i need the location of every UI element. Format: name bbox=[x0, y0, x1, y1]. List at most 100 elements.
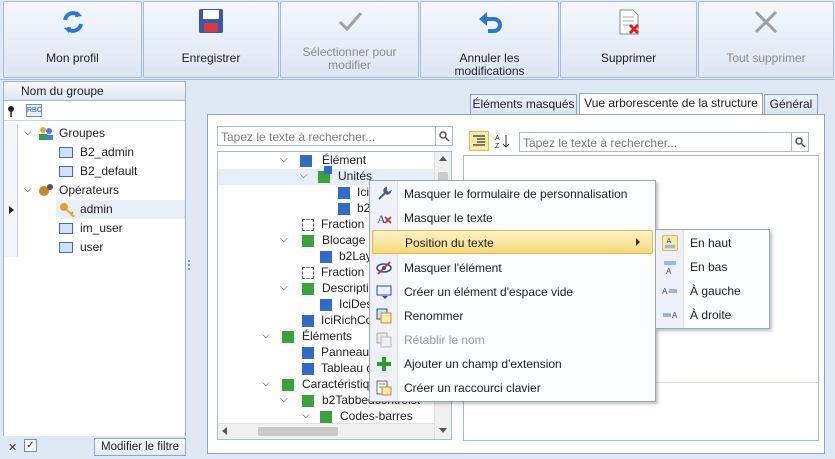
row-indicator bbox=[4, 162, 18, 181]
splitter-grip-icon bbox=[188, 260, 190, 270]
menu-item-hide-text[interactable]: A Masquer le texte bbox=[372, 206, 653, 230]
search-icon[interactable] bbox=[435, 127, 452, 145]
group-item-icon bbox=[59, 166, 73, 177]
menu-item-label: Ajouter un champ d'extension bbox=[404, 357, 562, 371]
floppy-disk-icon bbox=[144, 8, 278, 38]
undo-changes-button[interactable]: Annuler les modifications bbox=[420, 1, 559, 78]
tree-item-label: Tableau d bbox=[321, 361, 374, 375]
group-name-column-header[interactable]: Nom du groupe bbox=[4, 82, 185, 101]
my-profile-button[interactable]: Mon profil bbox=[3, 1, 142, 78]
submenu-item-right[interactable]: A À droite bbox=[658, 303, 767, 327]
tree-node-groups[interactable]: ⌵ Groupes bbox=[4, 124, 185, 143]
save-button[interactable]: Enregistrer bbox=[143, 1, 279, 78]
auto-filter-row[interactable]: RBC bbox=[4, 101, 185, 121]
tree-node-operators[interactable]: ⌵ Opérateurs bbox=[4, 181, 185, 200]
menu-item-restore-name[interactable]: Rétablir le nom bbox=[372, 328, 653, 352]
row-indicator bbox=[4, 181, 18, 200]
text-position-submenu: A En haut A En bas A À gauche A À droite bbox=[655, 229, 770, 329]
group-node-icon bbox=[302, 395, 314, 407]
left-panel-footer: ✕ ✓ Modifier le filtre bbox=[3, 436, 186, 458]
group-item-icon bbox=[59, 147, 73, 158]
menu-item-add-extension-field[interactable]: Ajouter un champ d'extension bbox=[372, 352, 653, 376]
chevron-down-icon[interactable]: ⌵ bbox=[262, 379, 272, 389]
group-name: B2_default bbox=[80, 164, 138, 178]
tab-structure-tree[interactable]: Vue arborescente de la structure bbox=[579, 93, 763, 115]
key-icon bbox=[60, 203, 75, 217]
select-to-edit-button[interactable]: Sélectionner pour modifier bbox=[280, 1, 419, 78]
element-node-icon bbox=[338, 203, 350, 215]
submenu-item-top[interactable]: A En haut bbox=[658, 231, 767, 255]
menu-item-label: À droite bbox=[690, 308, 732, 322]
group-node-icon bbox=[282, 331, 294, 343]
group-node-icon bbox=[320, 411, 332, 423]
tree-item-label: IciRichCo bbox=[321, 313, 373, 327]
tree-item-label: Ici bbox=[357, 185, 369, 199]
chevron-down-icon[interactable]: ⌵ bbox=[280, 395, 290, 405]
tab-general[interactable]: Général bbox=[764, 94, 818, 115]
text-filter-icon[interactable]: RBC bbox=[26, 104, 42, 117]
menu-item-hide-element[interactable]: Masquer l'élément bbox=[372, 256, 653, 280]
chevron-down-icon[interactable]: ⌵ bbox=[302, 411, 312, 421]
delete-all-button[interactable]: Tout supprimer bbox=[698, 1, 834, 78]
row-indicator bbox=[4, 219, 18, 238]
menu-item-hide-customization-form[interactable]: Masquer le formulaire de personnalisatio… bbox=[372, 182, 653, 206]
menu-item-text-position[interactable]: Position du texte bbox=[372, 230, 653, 254]
my-profile-label: Mon profil bbox=[46, 51, 99, 65]
tree-search-input[interactable]: Tapez le texte à rechercher... bbox=[217, 126, 453, 146]
menu-item-create-keyboard-shortcut[interactable]: Créer un raccourci clavier bbox=[372, 376, 653, 400]
operator-item-icon bbox=[59, 242, 73, 253]
checkmark-icon bbox=[281, 8, 418, 38]
scroll-thumb[interactable] bbox=[258, 427, 338, 436]
tree-node-group[interactable]: B2_default bbox=[4, 162, 185, 181]
submenu-item-left[interactable]: A À gauche bbox=[658, 279, 767, 303]
chevron-down-icon[interactable]: ⌵ bbox=[24, 184, 32, 195]
empty-space-icon bbox=[376, 285, 392, 299]
tree-item-label: Descriptio bbox=[322, 281, 376, 295]
properties-search-input[interactable]: Tapez le texte à rechercher... bbox=[519, 132, 809, 152]
row-indicator bbox=[4, 238, 18, 257]
menu-item-label: En haut bbox=[690, 236, 732, 250]
delete-button[interactable]: Supprimer bbox=[560, 1, 697, 78]
tree-node-operator[interactable]: user bbox=[4, 238, 185, 257]
search-placeholder: Tapez le texte à rechercher... bbox=[221, 130, 376, 144]
rename-icon bbox=[376, 308, 392, 324]
chevron-down-icon[interactable]: ⌵ bbox=[300, 171, 310, 181]
close-x-icon bbox=[699, 8, 833, 38]
selection-highlight bbox=[56, 200, 185, 219]
search-icon[interactable] bbox=[791, 133, 808, 151]
chevron-down-icon[interactable]: ⌵ bbox=[262, 331, 272, 341]
tree-item-label: Panneau bbox=[321, 345, 370, 359]
operator-name: user bbox=[80, 240, 104, 254]
tree-item-label: Blocage d bbox=[322, 233, 376, 247]
sort-az-icon[interactable]: AZ bbox=[495, 133, 511, 150]
space-node-icon bbox=[302, 219, 314, 231]
keyboard-shortcut-icon bbox=[376, 380, 392, 396]
users-group-icon bbox=[39, 127, 53, 140]
menu-item-label: Créer un raccourci clavier bbox=[404, 381, 541, 395]
clear-filter-icon[interactable]: ✕ bbox=[8, 441, 17, 454]
edit-filter-button[interactable]: Modifier le filtre bbox=[94, 438, 186, 456]
tree-node-operator-selected[interactable]: admin bbox=[4, 200, 185, 219]
chevron-down-icon[interactable]: ⌵ bbox=[24, 127, 32, 138]
chevron-down-icon[interactable]: ⌵ bbox=[280, 235, 290, 245]
expand-all-icon[interactable] bbox=[469, 131, 489, 151]
menu-item-create-empty-space[interactable]: Créer un élément d'espace vide bbox=[372, 280, 653, 304]
chevron-down-icon[interactable]: ⌵ bbox=[280, 155, 290, 165]
scroll-up-icon[interactable] bbox=[439, 156, 447, 161]
menu-item-label: Masquer l'élément bbox=[404, 261, 502, 275]
chevron-down-icon[interactable]: ⌵ bbox=[280, 283, 290, 293]
filter-enabled-checkbox[interactable]: ✓ bbox=[24, 439, 37, 452]
menu-item-rename[interactable]: Renommer bbox=[372, 304, 653, 328]
tree-node-operator[interactable]: im_user bbox=[4, 219, 185, 238]
scroll-left-icon[interactable] bbox=[222, 427, 227, 435]
group-node-icon bbox=[282, 379, 294, 391]
tree-node-group[interactable]: B2_admin bbox=[4, 143, 185, 162]
tree-item-label: Éléments bbox=[302, 329, 353, 343]
hide-text-icon: A bbox=[377, 212, 392, 226]
scroll-down-icon[interactable] bbox=[439, 428, 447, 433]
undo-icon bbox=[421, 8, 558, 38]
tab-hidden-elements[interactable]: Éléments masqués bbox=[470, 94, 577, 115]
tree-horizontal-scrollbar[interactable] bbox=[218, 423, 434, 439]
submenu-item-bottom[interactable]: A En bas bbox=[658, 255, 767, 279]
menu-item-label: En bas bbox=[690, 260, 728, 274]
